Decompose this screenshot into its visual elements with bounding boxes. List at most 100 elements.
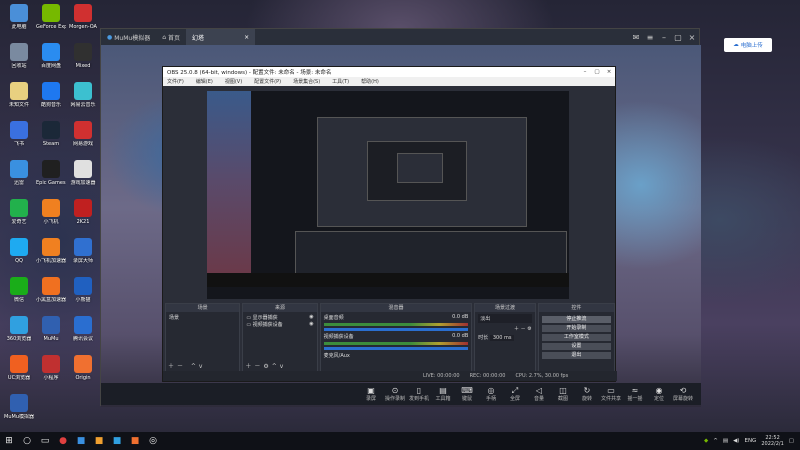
desktop-icon[interactable]: 此电脑	[4, 4, 34, 44]
desktop-icon[interactable]: 小黑盒加速器	[36, 277, 66, 317]
desktop-icon[interactable]: 百度网盘	[36, 43, 66, 83]
app-icon[interactable]: ■	[90, 432, 108, 450]
desktop-icon[interactable]: 小飞机加速器	[36, 238, 66, 278]
close-icon[interactable]: ×	[603, 69, 615, 75]
app-icon[interactable]: ■	[72, 432, 90, 450]
maximize-icon[interactable]: ▢	[671, 33, 685, 42]
maximize-icon[interactable]: ▢	[591, 69, 603, 75]
desktop-icon[interactable]: 网易游戏	[68, 121, 98, 161]
notification-icon[interactable]: ✉	[629, 33, 643, 42]
desktop-icon[interactable]: 2K21	[68, 199, 98, 239]
network-icon[interactable]: ▤	[723, 438, 728, 444]
desktop-icon[interactable]: 爱奇艺	[4, 199, 34, 239]
notification-icon[interactable]: ▢	[789, 438, 794, 444]
desktop-icon[interactable]: Origin	[68, 355, 98, 395]
chrome-icon[interactable]: ●	[54, 432, 72, 450]
toolbar-button[interactable]: ≈ 摇一摇	[623, 386, 647, 402]
desktop-icon[interactable]: 迅雷	[4, 160, 34, 200]
tab-home[interactable]: ⌂ 首页	[156, 29, 186, 45]
desktop-icon[interactable]: 游戏加速器	[68, 160, 98, 200]
desktop-icon[interactable]: 腾讯会议	[68, 316, 98, 356]
sources-dock-controls[interactable]: ＋－⚙^v	[245, 361, 286, 370]
desktop-icon[interactable]: 微信	[4, 277, 34, 317]
app-icon[interactable]: ■	[126, 432, 144, 450]
desktop-icon[interactable]: 录屏大师	[68, 238, 98, 278]
obs-taskbar-icon[interactable]: ◎	[144, 432, 162, 450]
desktop-icon[interactable]: 小程序	[36, 355, 66, 395]
duration-input[interactable]: 300 ms	[489, 335, 515, 341]
toolbar-button[interactable]: ⊙ 操作录制	[383, 386, 407, 402]
minimize-icon[interactable]: –	[579, 69, 591, 75]
toolbar-button[interactable]: ▯ 发到手机	[407, 386, 431, 402]
close-window-icon[interactable]: ×	[685, 33, 699, 42]
exit-button[interactable]: 退出	[541, 352, 612, 359]
scenes-dock-controls[interactable]: ＋－ ^v	[168, 361, 206, 370]
screenshot-icon: ◫	[559, 386, 567, 395]
volume-slider[interactable]	[323, 328, 469, 331]
toolbar-button[interactable]: ⌨ 键鼠	[455, 386, 479, 402]
source-item[interactable]: ▭ 视频捕获设备 ◉	[246, 321, 313, 328]
close-icon[interactable]: ×	[244, 34, 249, 41]
clock[interactable]: 22:52 2022/2/1	[761, 435, 783, 447]
desktop-icon[interactable]: Epic Games Launcher	[36, 160, 66, 200]
desktop-icon[interactable]: QQ	[4, 238, 34, 278]
toolbar-button[interactable]: ▣ 录屏	[359, 386, 383, 402]
desktop-icon[interactable]: 酷狗音乐	[36, 82, 66, 122]
desktop-icon[interactable]: Mixed	[68, 43, 98, 83]
chevron-up-icon[interactable]: ^	[713, 438, 718, 444]
desktop-icon[interactable]: UC浏览器	[4, 355, 34, 395]
volume-icon[interactable]: ◀)	[733, 438, 739, 444]
toolbar-button[interactable]: ↻ 旋转	[575, 386, 599, 402]
toolbar-button[interactable]: ▤ 工具箱	[431, 386, 455, 402]
menu-item[interactable]: 视图(V)	[225, 78, 242, 85]
minimize-icon[interactable]: –	[657, 33, 671, 42]
desktop-icon[interactable]: 网易云音乐	[68, 82, 98, 122]
volume-slider[interactable]	[323, 347, 469, 350]
desktop-icon[interactable]: 360浏览器	[4, 316, 34, 356]
studio-mode-button[interactable]: 工作室模式	[541, 334, 612, 341]
desktop-icon[interactable]: 未知文件	[4, 82, 34, 122]
start-recording-button[interactable]: 开始录制	[541, 325, 612, 332]
menu-item[interactable]: 帮助(H)	[361, 78, 379, 85]
upload-button[interactable]: ☁ 电脑上传	[724, 38, 772, 52]
desktop-icon[interactable]: Morgen-OA	[68, 4, 98, 44]
desktop-icon[interactable]: MuMu模拟器	[4, 394, 34, 434]
menu-item[interactable]: 编辑(E)	[196, 78, 213, 85]
desktop-icon[interactable]: 小飞机	[36, 199, 66, 239]
settings-button[interactable]: 设置	[541, 343, 612, 350]
tab-game[interactable]: 幻塔 ×	[186, 29, 256, 45]
transition-select[interactable]: 淡出	[478, 314, 532, 323]
transition-controls[interactable]: ＋ － ⚙	[478, 325, 532, 332]
menu-item[interactable]: 文件(F)	[167, 78, 184, 85]
toolbar-button[interactable]: ▭ 文件共享	[599, 386, 623, 402]
menu-icon[interactable]: ≡	[643, 33, 657, 42]
stop-stream-button[interactable]: 停止推流	[541, 316, 612, 323]
desktop-icon[interactable]: 飞书	[4, 121, 34, 161]
toolbar-button[interactable]: ◎ 手柄	[479, 386, 503, 402]
toolbar-button[interactable]: ⟲ 屏幕旋转	[671, 386, 695, 402]
desktop-icon[interactable]: 小熊猫	[68, 277, 98, 317]
menu-item[interactable]: 配置文件(P)	[254, 78, 281, 85]
desktop-icon[interactable]: GeForce Experience	[36, 4, 66, 44]
nvidia-icon[interactable]: ◆	[704, 438, 708, 444]
language-indicator[interactable]: ENG	[744, 438, 756, 444]
menu-item[interactable]: 场景集合(S)	[293, 78, 320, 85]
desktop-icon[interactable]: Steam	[36, 121, 66, 161]
search-icon[interactable]: ○	[18, 432, 36, 450]
toolbar-button[interactable]: ◫ 截图	[551, 386, 575, 402]
transitions-dock-title: 场景过渡	[475, 304, 535, 312]
scene-item[interactable]: 场景	[169, 314, 236, 321]
obs-preview[interactable]	[207, 91, 569, 299]
toolbar-button[interactable]: ⤢ 全屏	[503, 386, 527, 402]
toolbar-button[interactable]: ◉ 定位	[647, 386, 671, 402]
desktop-icon[interactable]: MuMu	[36, 316, 66, 356]
task-view-icon[interactable]: ▭	[36, 432, 54, 450]
menu-item[interactable]: 工具(T)	[332, 78, 349, 85]
visibility-icon[interactable]: ◉	[309, 321, 313, 327]
source-item[interactable]: ▭ 显示器捕获 ◉	[246, 314, 313, 321]
desktop-icon[interactable]: 回收站	[4, 43, 34, 83]
mumu-taskbar-icon[interactable]: ■	[108, 432, 126, 450]
toolbar-button[interactable]: ◁ 音量	[527, 386, 551, 402]
visibility-icon[interactable]: ◉	[309, 314, 313, 320]
start-icon[interactable]: ⊞	[0, 432, 18, 450]
